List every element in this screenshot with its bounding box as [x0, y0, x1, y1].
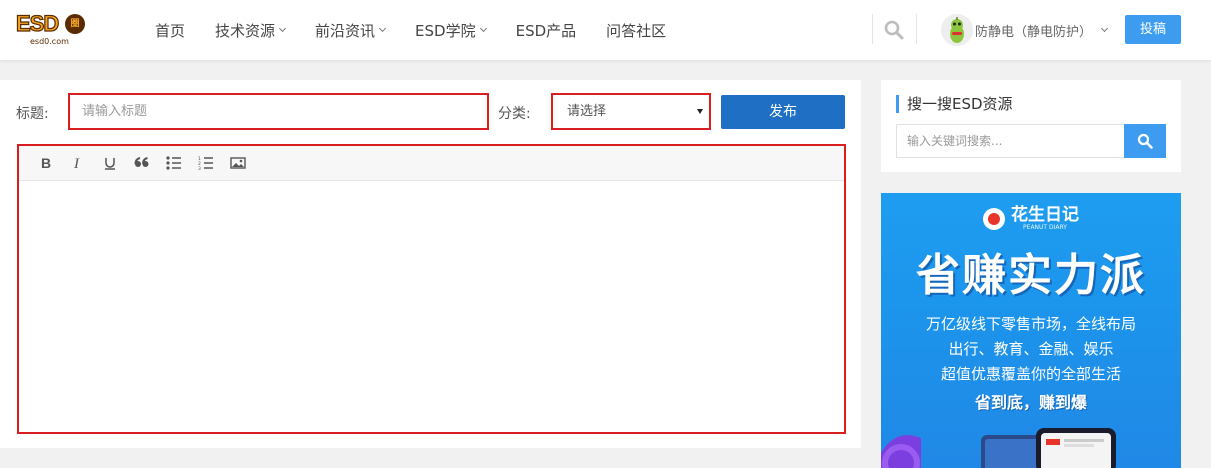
underline-icon — [105, 158, 115, 170]
chevron-down-icon — [278, 24, 287, 32]
sidebar-search-widget: 搜一搜ESD资源 — [881, 80, 1181, 172]
nav-item-label: 技术资源 — [215, 21, 276, 40]
search-icon — [1137, 133, 1153, 149]
ad-line: 出行、教育、金融、娱乐 — [948, 340, 1114, 358]
site-logo[interactable]: ESD 圈 esd0.com — [15, 10, 86, 47]
sidebar-search-input[interactable] — [896, 124, 1125, 158]
bold-icon: B — [41, 156, 51, 170]
logo-domain: esd0.com — [30, 37, 69, 46]
nav-item-qa[interactable]: 问答社区 — [606, 20, 666, 41]
user-name: 防静电（静电防护） — [975, 24, 1093, 40]
nav-item-products[interactable]: ESD产品 — [516, 20, 577, 41]
category-selected-value: 请选择 — [567, 104, 607, 119]
svg-text:I: I — [73, 156, 80, 170]
main-nav: 首页 技术资源 前沿资讯 ESD学院 ESD产品 问答社区 — [155, 0, 696, 60]
user-menu[interactable]: 防静电（静电防护） — [941, 12, 1109, 48]
dropdown-arrow-icon — [697, 109, 703, 114]
ad-phone-illustration — [881, 428, 1116, 468]
italic-button[interactable]: I — [62, 151, 94, 175]
sidebar-search-title: 搜一搜ESD资源 — [896, 95, 1013, 113]
title-label: 标题: — [16, 106, 49, 122]
divider — [916, 14, 917, 44]
ad-brand-sub: PEANUT DIARY — [1023, 224, 1067, 231]
sidebar-search-button[interactable] — [1124, 124, 1166, 158]
header-search-button[interactable] — [883, 19, 905, 41]
publish-button[interactable]: 发布 — [721, 95, 845, 129]
submit-article-button[interactable]: 投稿 — [1125, 15, 1181, 44]
ad-line: 超值优惠覆盖你的全部生活 — [940, 365, 1121, 383]
rich-text-editor: B I 123 — [17, 144, 846, 434]
quote-button[interactable] — [126, 151, 158, 175]
advertisement-banner[interactable]: 花生日记 PEANUT DIARY 省赚实力派 万亿级线下零售市场，全线布局 出… — [881, 193, 1181, 468]
peanut-logo-icon — [983, 208, 1005, 230]
chevron-down-icon — [379, 24, 387, 32]
logo-badge: 圈 — [65, 14, 85, 34]
nav-item-label: 问答社区 — [606, 21, 667, 40]
ad-headline: 省赚实力派 — [916, 250, 1146, 301]
bullet-list-icon — [166, 156, 181, 170]
nav-item-label: ESD产品 — [515, 21, 577, 40]
editor-toolbar: B I 123 — [19, 146, 844, 181]
ad-brand: 花生日记 PEANUT DIARY — [881, 206, 1181, 232]
nav-item-academy[interactable]: ESD学院 — [415, 20, 487, 41]
divider — [872, 14, 873, 44]
nav-item-news[interactable]: 前沿资讯 — [315, 20, 387, 41]
category-label: 分类: — [498, 106, 531, 122]
site-header: ESD 圈 esd0.com 首页 技术资源 前沿资讯 ESD学院 ESD产品 … — [0, 0, 1211, 60]
editor-content-area[interactable] — [19, 182, 844, 432]
underline-button[interactable] — [94, 151, 126, 175]
avatar-icon — [941, 14, 973, 46]
search-icon — [884, 20, 904, 40]
bold-button[interactable]: B — [30, 151, 62, 175]
avatar — [941, 14, 973, 46]
category-select[interactable]: 请选择 — [551, 93, 711, 130]
ad-line: 万亿级线下零售市场，全线布局 — [925, 315, 1136, 333]
nav-item-tech-resources[interactable]: 技术资源 — [215, 20, 287, 41]
numbered-list-button[interactable]: 123 — [190, 151, 222, 175]
image-button[interactable] — [222, 151, 254, 175]
ad-brand-name: 花生日记 — [1011, 205, 1079, 225]
svg-text:3: 3 — [198, 166, 201, 170]
nav-item-label: 首页 — [155, 21, 186, 40]
bullet-list-button[interactable] — [158, 151, 190, 175]
quote-icon — [134, 157, 149, 167]
chevron-down-icon — [1100, 24, 1109, 32]
chevron-down-icon — [479, 24, 487, 32]
post-editor-panel: 标题: 分类: 请选择 发布 B I 123 — [0, 80, 861, 448]
nav-item-label: 前沿资讯 — [315, 21, 376, 40]
nav-item-home[interactable]: 首页 — [155, 20, 185, 41]
ad-slogan: 省到底，赚到爆 — [974, 393, 1087, 412]
nav-item-label: ESD学院 — [415, 21, 476, 40]
numbered-list-icon: 123 — [198, 156, 213, 170]
image-icon — [230, 157, 246, 169]
logo-text: ESD — [15, 10, 59, 36]
svg-text:B: B — [41, 156, 51, 170]
title-input[interactable] — [68, 93, 489, 130]
italic-icon: I — [73, 156, 80, 170]
